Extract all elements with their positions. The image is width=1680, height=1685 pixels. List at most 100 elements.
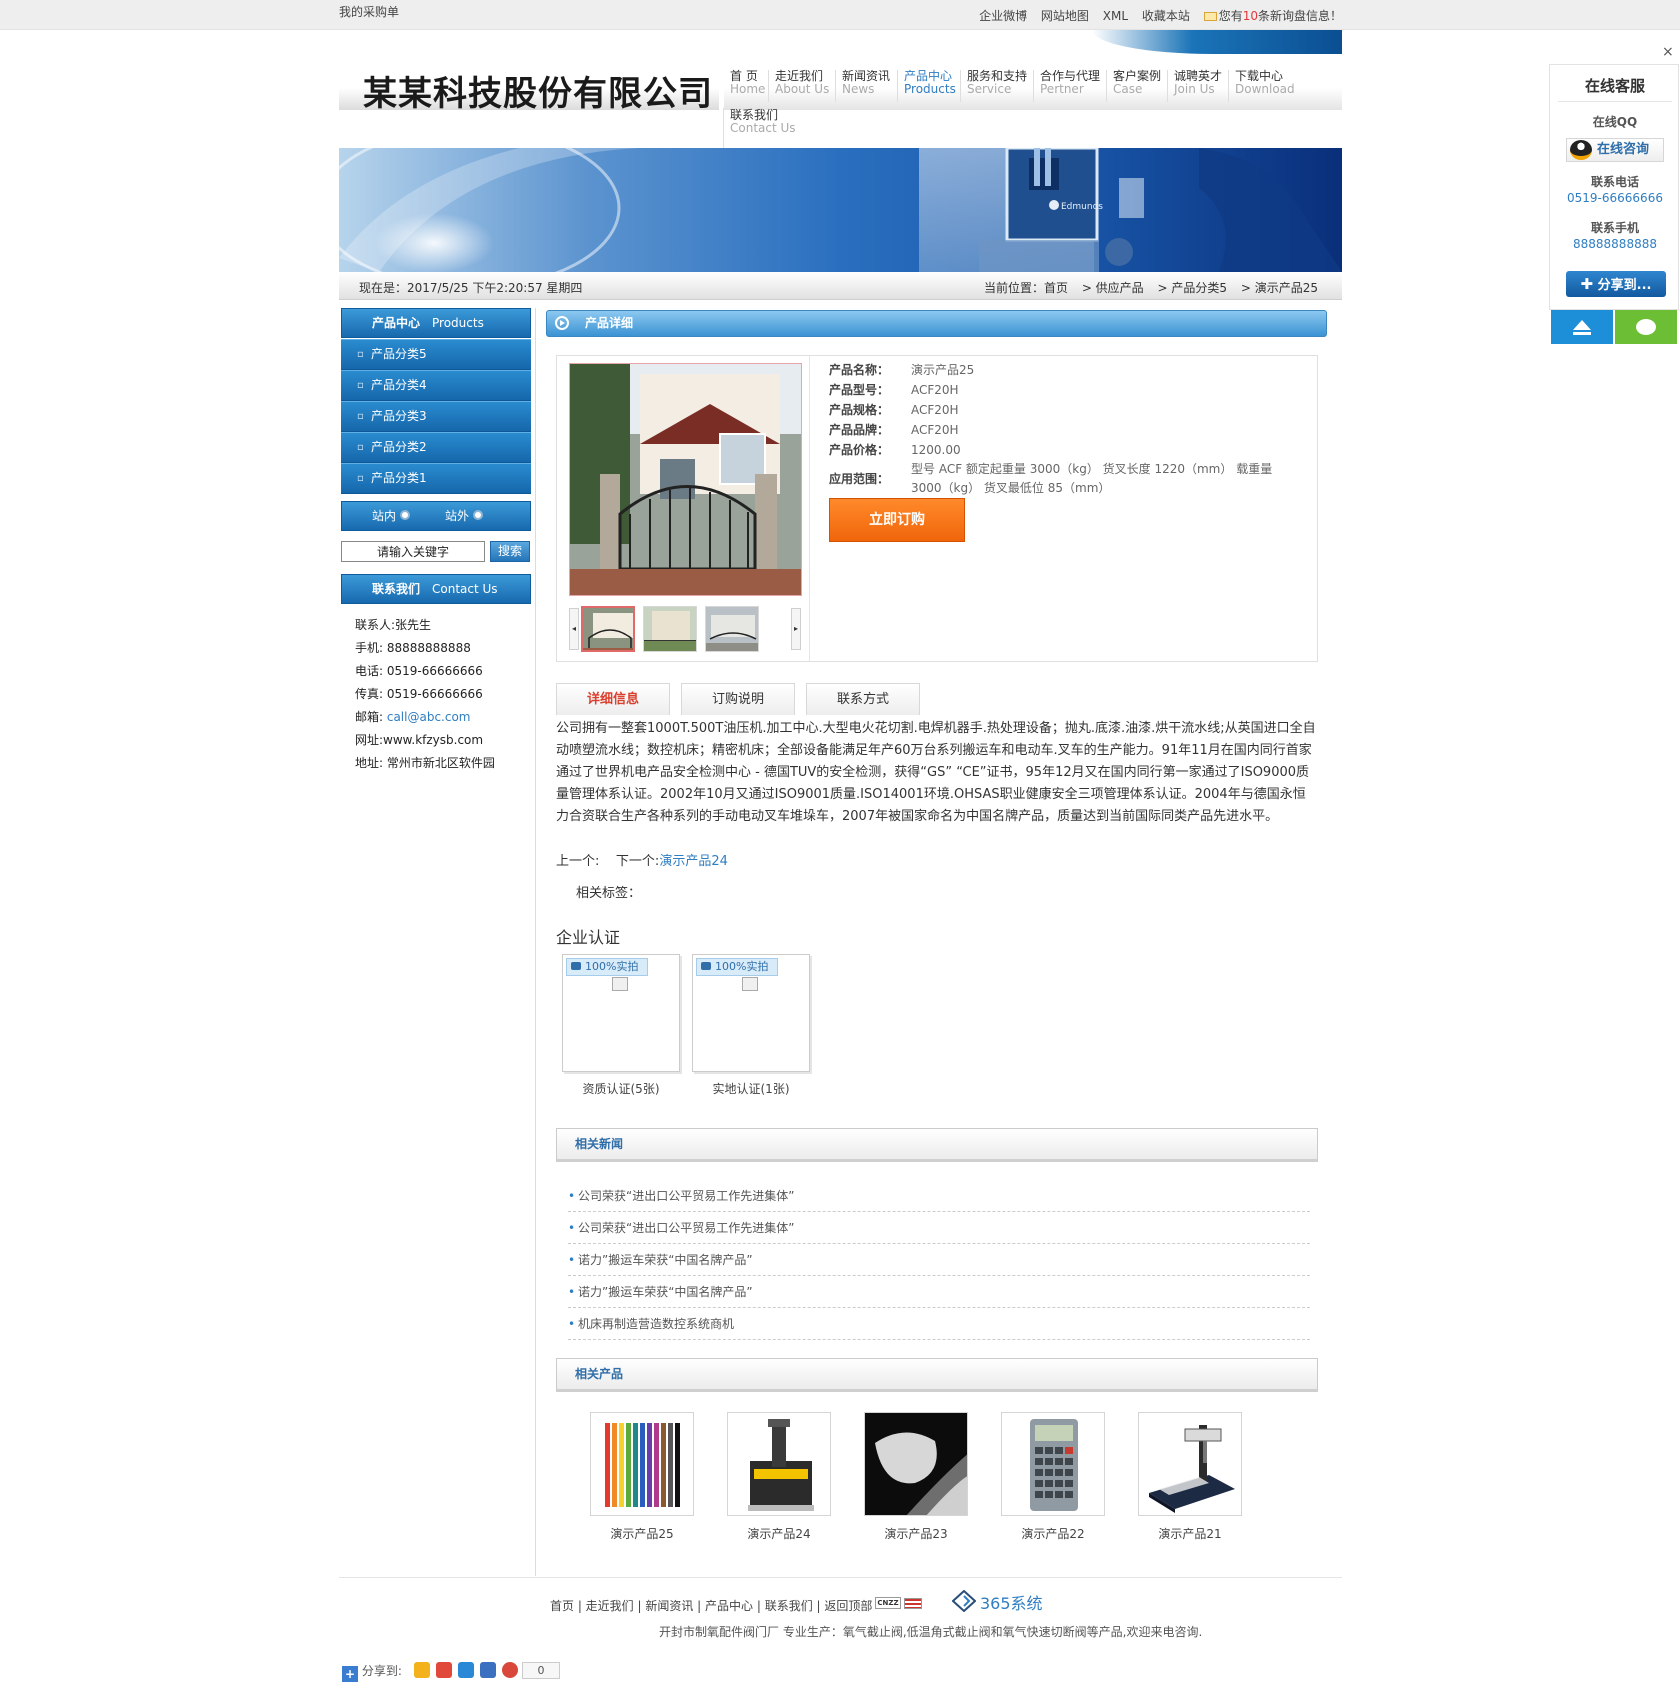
- chat-bubble-icon[interactable]: [1615, 310, 1677, 344]
- cert-caption[interactable]: 实地认证(1张): [691, 1080, 811, 1097]
- real-photo-badge: 100%实拍: [566, 958, 648, 976]
- sidebar-category[interactable]: 产品分类5: [341, 339, 531, 370]
- thumbnail[interactable]: [705, 606, 759, 652]
- related-product-name[interactable]: 演示产品23: [864, 1525, 968, 1542]
- inquiry-link[interactable]: 您有10条新询盘信息！: [1219, 9, 1342, 23]
- related-tags: 相关标签：: [576, 886, 642, 901]
- weibo-link[interactable]: 企业微博: [979, 9, 1027, 23]
- related-product-name[interactable]: 演示产品25: [590, 1525, 694, 1542]
- plus-share-icon[interactable]: +: [342, 1666, 358, 1682]
- email-link[interactable]: call@abc.com: [387, 710, 471, 724]
- related-news-header: 相关新闻: [556, 1128, 1318, 1162]
- sidebar-category[interactable]: 产品分类4: [341, 370, 531, 401]
- news-item[interactable]: 公司荣获“进出口公平贸易工作先进集体”: [568, 1212, 1310, 1244]
- nav-products[interactable]: 产品中心 Products: [898, 70, 961, 102]
- thumb-prev-button[interactable]: ◂: [569, 608, 579, 650]
- thumbnail[interactable]: [581, 606, 635, 652]
- search-scope-bar: 站内 站外: [341, 501, 531, 531]
- baidu-share-icon[interactable]: [502, 1662, 518, 1678]
- scope-inside-radio[interactable]: 站内: [372, 502, 411, 530]
- tab-order-notes[interactable]: 订购说明: [681, 683, 795, 715]
- prev-next-nav: 上一个: 下一个:演示产品24: [556, 850, 728, 869]
- scope-outside-radio[interactable]: 站外: [445, 502, 484, 530]
- nav-partner[interactable]: 合作与代理 Pertner: [1034, 70, 1107, 102]
- sitemap-link[interactable]: 网站地图: [1041, 9, 1089, 23]
- breadcrumb-label: 当前位置：: [983, 281, 1044, 295]
- related-product-image[interactable]: [864, 1412, 968, 1516]
- attr-key: 产品品牌：: [829, 423, 890, 437]
- breadcrumb-category[interactable]: > 产品分类5: [1158, 281, 1228, 295]
- nav-home[interactable]: 首 页 Home: [724, 70, 769, 102]
- tab-details[interactable]: 详细信息: [556, 683, 670, 715]
- attr-value: 演示产品25: [911, 363, 975, 377]
- news-item[interactable]: 诺力”搬运车荣获“中国名牌产品”: [568, 1276, 1310, 1308]
- search-input[interactable]: 请输入关键字: [341, 541, 485, 562]
- breadcrumb-home[interactable]: 首页: [1044, 281, 1068, 295]
- products-heading: 产品中心 Products: [341, 308, 531, 338]
- thumb-next-button[interactable]: ▸: [791, 608, 801, 650]
- qzone-share-icon[interactable]: [414, 1662, 430, 1678]
- close-icon[interactable]: ×: [1662, 44, 1674, 60]
- inquiry-count: 10: [1242, 9, 1258, 23]
- product-main-image[interactable]: [569, 363, 802, 596]
- nav-news[interactable]: 新闻资讯 News: [836, 70, 898, 102]
- nav-sublabel: Products: [904, 82, 956, 96]
- back-to-top-icon[interactable]: [1551, 310, 1613, 344]
- cnzz-badge[interactable]: CNZZ: [875, 1597, 901, 1609]
- broken-image-icon: [742, 977, 758, 991]
- breadcrumb: 当前位置：首页 > 供应产品 > 产品分类5 > 演示产品25: [984, 279, 1318, 296]
- bookmark-link[interactable]: 收藏本站: [1142, 9, 1190, 23]
- related-product-name[interactable]: 演示产品24: [727, 1525, 831, 1542]
- nav-case[interactable]: 客户案例 Case: [1107, 70, 1168, 102]
- nav-service[interactable]: 服务和支持 Service: [961, 70, 1034, 102]
- xml-link[interactable]: XML: [1103, 9, 1128, 23]
- contact-website: 网址:www.kfzysb.com: [355, 733, 484, 747]
- thumbnail[interactable]: [643, 606, 697, 652]
- breadcrumb-product[interactable]: > 演示产品25: [1241, 281, 1318, 295]
- related-product-image[interactable]: [590, 1412, 694, 1516]
- next-product-link[interactable]: 演示产品24: [659, 854, 728, 869]
- cs-qq-label: 在线QQ: [1592, 115, 1638, 129]
- news-item[interactable]: 公司荣获“进出口公平贸易工作先进集体”: [568, 1180, 1310, 1212]
- tencent-share-icon[interactable]: [458, 1662, 474, 1678]
- sidebar-category[interactable]: 产品分类2: [341, 432, 531, 463]
- nav-download[interactable]: 下载中心 Download: [1229, 70, 1297, 102]
- cert-card[interactable]: 100%实拍: [692, 954, 810, 1072]
- cs-share-button[interactable]: ✚ 分享到...: [1566, 271, 1666, 297]
- sidebar-category[interactable]: 产品分类1: [341, 463, 531, 494]
- purchase-list-link[interactable]: 我的采购单: [339, 3, 399, 20]
- nav-sublabel: Home: [730, 82, 766, 96]
- company-logo[interactable]: 某某科技股份有限公司: [363, 66, 713, 115]
- cert-card[interactable]: 100%实拍: [562, 954, 680, 1072]
- top-links: 企业微博 网站地图 XML 收藏本站 您有10条新询盘信息！: [969, 7, 1342, 24]
- nav-join[interactable]: 诚聘英才 Join Us: [1168, 70, 1229, 102]
- edm-machine-photo: [728, 1413, 830, 1515]
- nav-sublabel: Download: [1235, 82, 1295, 96]
- order-now-button[interactable]: 立即订购: [829, 498, 965, 542]
- related-product-image[interactable]: [1138, 1412, 1242, 1516]
- cert-caption[interactable]: 资质认证(5张): [561, 1080, 681, 1097]
- news-item[interactable]: 机床再制造营造数控系统商机: [568, 1308, 1310, 1340]
- nav-about[interactable]: 走近我们 About Us: [769, 70, 836, 102]
- contact-phone: 电话: 0519-66666666: [355, 664, 483, 678]
- related-product-name[interactable]: 演示产品21: [1138, 1525, 1242, 1542]
- qq-consult-button[interactable]: 在线咨询: [1566, 138, 1664, 162]
- related-product-image[interactable]: [727, 1412, 831, 1516]
- broken-image-icon: [612, 977, 628, 991]
- renren-share-icon[interactable]: [480, 1662, 496, 1678]
- search-button[interactable]: 搜索: [490, 541, 530, 562]
- contact-email-row: 邮箱: call@abc.com: [355, 706, 535, 729]
- breadcrumb-supply[interactable]: > 供应产品: [1082, 281, 1144, 295]
- brand-365-text[interactable]: 365系统: [980, 1590, 1043, 1614]
- weibo-share-icon[interactable]: [436, 1662, 452, 1678]
- news-item[interactable]: 诺力”搬运车荣获“中国名牌产品”: [568, 1244, 1310, 1276]
- contact-heading-en: Contact Us: [432, 582, 498, 596]
- certification-title: 企业认证: [556, 928, 621, 947]
- nav-contact[interactable]: 联系我们 Contact Us: [724, 109, 804, 141]
- tab-contact[interactable]: 联系方式: [806, 683, 920, 715]
- footer-links[interactable]: 首页 | 走近我们 | 新闻资讯 | 产品中心 | 联系我们 | 返回顶部: [550, 1597, 872, 1614]
- sidebar-category[interactable]: 产品分类3: [341, 401, 531, 432]
- nav-sublabel: Join Us: [1174, 82, 1215, 96]
- related-product-image[interactable]: [1001, 1412, 1105, 1516]
- related-product-name[interactable]: 演示产品22: [1001, 1525, 1105, 1542]
